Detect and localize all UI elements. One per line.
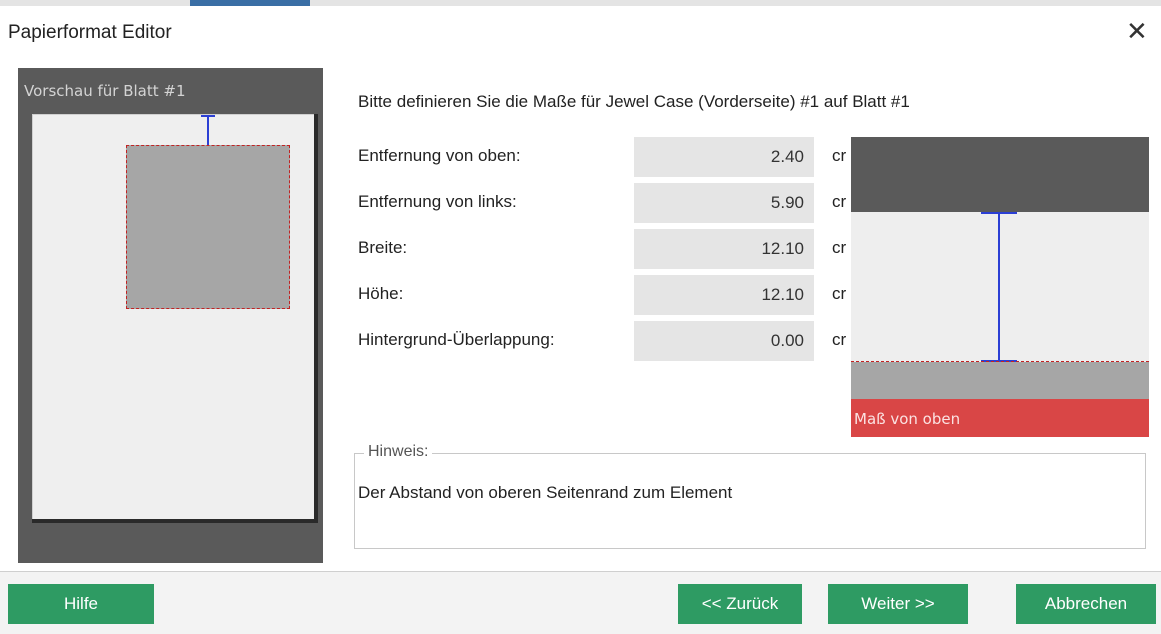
unit-background-overlap: cr: [832, 330, 847, 349]
preview-label: Vorschau für Blatt #1: [24, 82, 186, 100]
window-top-border: [0, 0, 1161, 6]
window-top-accent: [190, 0, 310, 6]
diagram-page-margin: [851, 137, 1149, 212]
help-button[interactable]: Hilfe: [8, 584, 154, 624]
label-distance-left: Entfernung von links:: [358, 192, 517, 211]
window-title: Papierformat Editor: [8, 22, 172, 43]
label-distance-top: Entfernung von oben:: [358, 146, 521, 165]
background-overlap-value: 0.00: [770, 331, 804, 350]
next-button[interactable]: Weiter >>: [828, 584, 968, 624]
cancel-button[interactable]: Abbrechen: [1016, 584, 1156, 624]
distance-top-input[interactable]: 2.40: [634, 137, 814, 177]
distance-left-input[interactable]: 5.90: [634, 183, 814, 223]
height-input[interactable]: 12.10: [634, 275, 814, 315]
distance-left-value: 5.90: [770, 193, 804, 212]
unit-width: cr: [832, 238, 847, 257]
diagram-caption-bar: Maß von oben: [851, 399, 1149, 437]
width-input[interactable]: 12.10: [634, 229, 814, 269]
preview-paper-shadow: [314, 114, 318, 522]
hint-text: Der Abstand von oberen Seitenrand zum El…: [358, 483, 733, 502]
footer-bar: [0, 572, 1161, 634]
instruction-text: Bitte definieren Sie die Maße für Jewel …: [358, 92, 910, 111]
width-value: 12.10: [761, 239, 804, 258]
close-icon[interactable]: ✕: [1126, 18, 1148, 44]
label-height: Höhe:: [358, 284, 404, 303]
sheet-preview: Vorschau für Blatt #1: [18, 68, 323, 563]
label-background-overlap: Hintergrund-Überlappung:: [358, 330, 555, 349]
preview-paper: [32, 114, 316, 520]
preview-offset-line: [207, 115, 209, 145]
diagram-element: [851, 362, 1149, 399]
background-overlap-input[interactable]: 0.00: [634, 321, 814, 361]
diagram-caption: Maß von oben: [854, 410, 961, 428]
unit-distance-top: cr: [832, 146, 847, 165]
preview-element: [126, 145, 290, 309]
hint-legend: Hinweis:: [364, 443, 433, 461]
back-button[interactable]: << Zurück: [678, 584, 802, 624]
diagram-marker-line: [998, 212, 1000, 361]
distance-top-value: 2.40: [770, 147, 804, 166]
unit-height: cr: [832, 284, 847, 303]
unit-distance-left: cr: [832, 192, 847, 211]
measurement-diagram: Maß von oben: [851, 137, 1149, 437]
preview-paper-shadow-bottom: [32, 519, 318, 523]
label-width: Breite:: [358, 238, 408, 257]
height-value: 12.10: [761, 285, 804, 304]
